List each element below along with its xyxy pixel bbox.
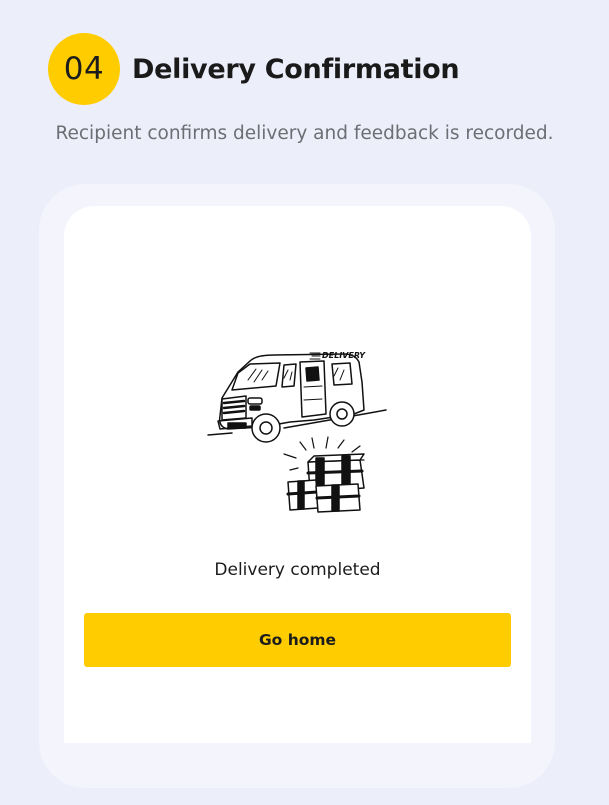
step-title: Delivery Confirmation (132, 54, 460, 85)
step-number: 04 (63, 51, 105, 87)
phone-screen: DELIVERY Delivery completed Go home (64, 206, 531, 743)
step-subtitle: Recipient confirms delivery and feedback… (55, 123, 554, 144)
step-number-badge: 04 (48, 33, 120, 105)
svg-text:DELIVERY: DELIVERY (322, 351, 366, 360)
delivery-van-illustration: DELIVERY (207, 351, 387, 513)
go-home-button[interactable]: Go home (84, 613, 511, 667)
delivery-status-text: Delivery completed (214, 560, 381, 580)
